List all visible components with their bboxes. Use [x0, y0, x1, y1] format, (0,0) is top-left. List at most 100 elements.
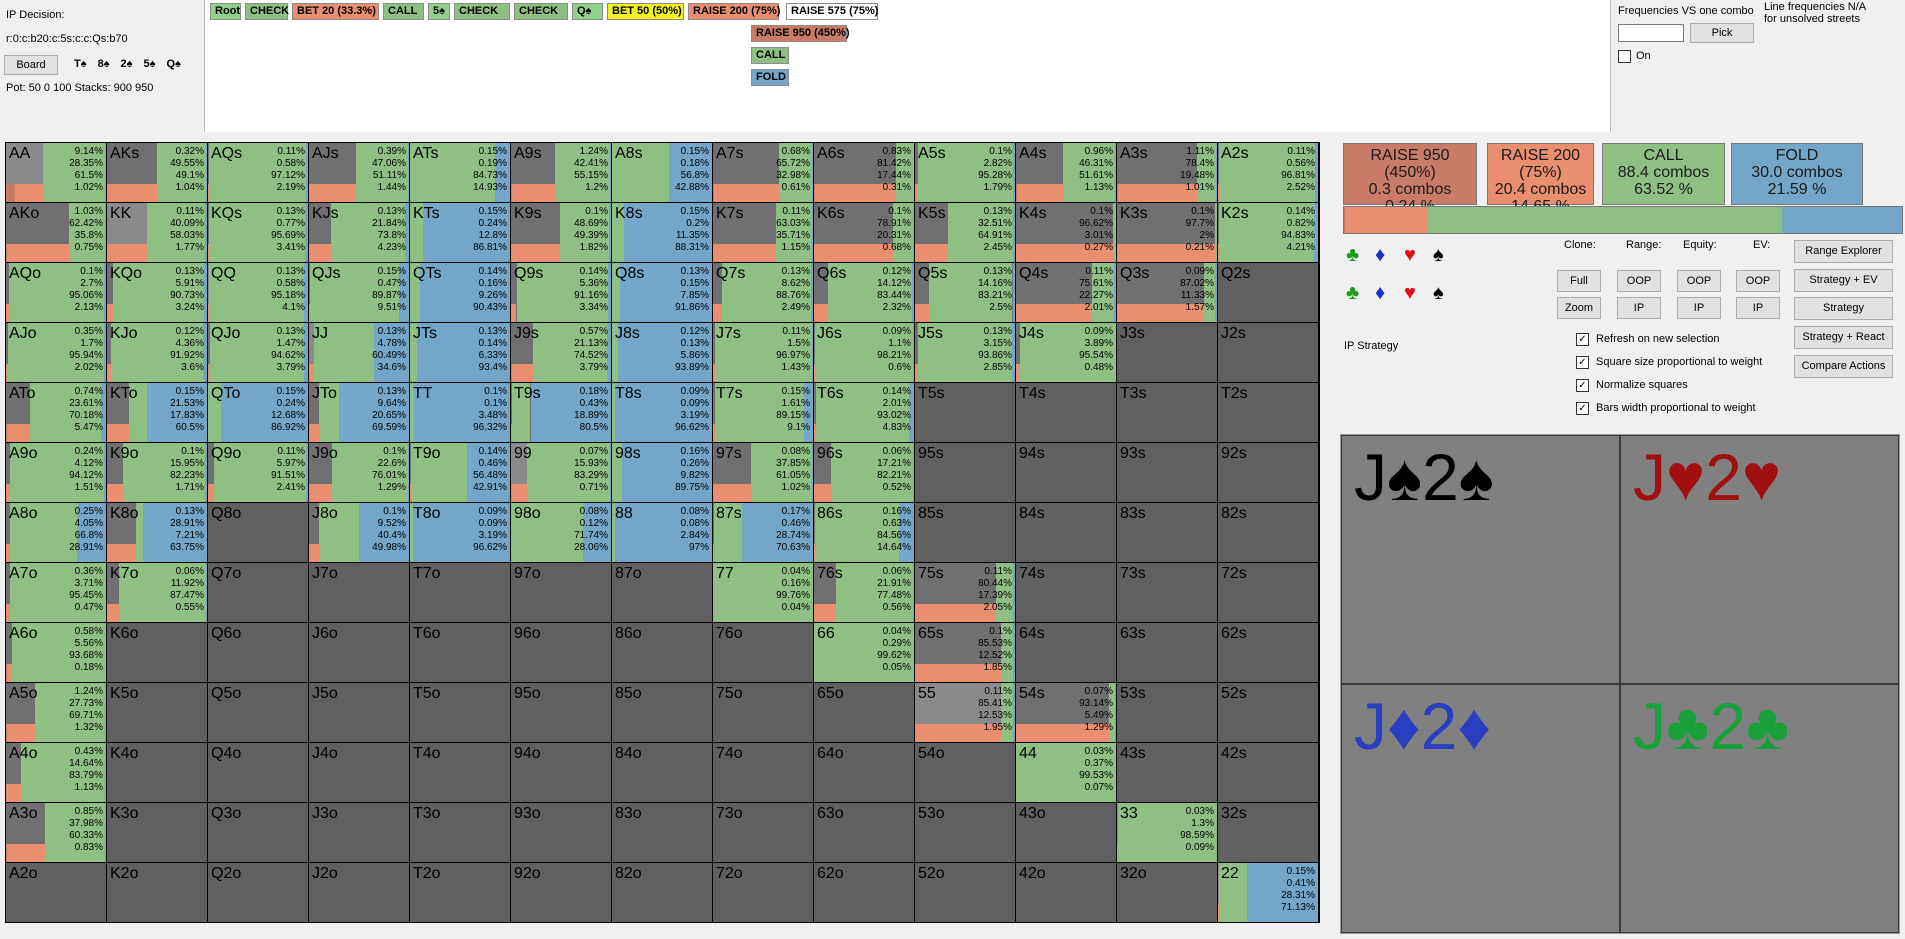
hand-cell[interactable]: J3o [309, 803, 409, 862]
hand-cell[interactable]: ATs 0.15% 0.19% 84.73% 14.93% [410, 143, 510, 202]
hand-cell[interactable]: 64o [814, 743, 914, 802]
hand-cell[interactable]: A6o 0.58% 5.56% 93.68% 0.18% [6, 623, 106, 682]
action-summary-box[interactable]: FOLD 30.0 combos 21.59 % [1731, 143, 1863, 205]
hand-cell[interactable]: T4s [1016, 383, 1116, 442]
hand-cell[interactable]: 53o [915, 803, 1015, 862]
hand-cell[interactable]: 96o [511, 623, 611, 682]
hand-cell[interactable]: KK 0.11% 40.09% 58.03% 1.77% [107, 203, 207, 262]
square-size-checkbox[interactable]: ✓ [1576, 356, 1589, 369]
hand-cell[interactable]: 72o [713, 863, 813, 922]
compare-actions-button[interactable]: Compare Actions [1794, 355, 1893, 378]
hand-cell[interactable]: J4o [309, 743, 409, 802]
hand-cell[interactable]: T5o [410, 683, 510, 742]
hand-cell[interactable]: 76s 0.06% 21.91% 77.48% 0.56% [814, 563, 914, 622]
equity-ip-button[interactable]: IP [1677, 297, 1721, 319]
hand-cell[interactable]: K5o [107, 683, 207, 742]
ev-ip-button[interactable]: IP [1736, 297, 1780, 319]
hand-cell[interactable]: Q8s 0.13% 0.15% 7.85% 91.86% [612, 263, 712, 322]
hand-cell[interactable]: 97s 0.08% 37.85% 61.05% 1.02% [713, 443, 813, 502]
hand-cell[interactable]: T7o [410, 563, 510, 622]
hand-cell[interactable]: 88 0.08% 0.08% 2.84% 97% [612, 503, 712, 562]
hand-cell[interactable]: T6o [410, 623, 510, 682]
hand-cell[interactable]: 94s [1016, 443, 1116, 502]
hand-cell[interactable]: A8s 0.15% 0.18% 56.8% 42.88% [612, 143, 712, 202]
hand-cell[interactable]: K9s 0.1% 48.69% 49.39% 1.82% [511, 203, 611, 262]
combo-card[interactable]: J♦2♦ [1341, 684, 1620, 933]
hand-cell[interactable]: K7o 0.06% 11.92% 87.47% 0.55% [107, 563, 207, 622]
hand-cell[interactable]: 74o [713, 743, 813, 802]
hand-cell[interactable]: T9o 0.14% 0.46% 56.48% 42.91% [410, 443, 510, 502]
hand-cell[interactable]: AQs 0.11% 0.58% 97.12% 2.19% [208, 143, 308, 202]
hand-cell[interactable]: Q9s 0.14% 5.36% 91.16% 3.34% [511, 263, 611, 322]
board-button[interactable]: Board [4, 55, 58, 75]
tree-node[interactable]: 5♠ [428, 3, 450, 20]
hand-cell[interactable]: J7s 0.11% 1.5% 96.97% 1.43% [713, 323, 813, 382]
hand-cell[interactable]: J3s [1117, 323, 1217, 382]
hand-cell[interactable]: 98o 0.08% 0.12% 71.74% 28.06% [511, 503, 611, 562]
hand-cell[interactable]: A8o 0.25% 4.05% 66.8% 28.91% [6, 503, 106, 562]
hand-cell[interactable]: 95o [511, 683, 611, 742]
hand-cell[interactable]: QJo 0.13% 1.47% 94.62% 3.79% [208, 323, 308, 382]
combo-card[interactable]: J♠2♠ [1341, 435, 1620, 684]
combo-card[interactable]: J♥2♥ [1620, 435, 1899, 684]
hand-cell[interactable]: QQ 0.13% 0.58% 95.18% 4.1% [208, 263, 308, 322]
strategy-react-button[interactable]: Strategy + React [1794, 326, 1893, 349]
hand-cell[interactable]: T5s [915, 383, 1015, 442]
hand-cell[interactable]: 86s 0.16% 0.63% 84.56% 14.64% [814, 503, 914, 562]
hand-cell[interactable]: 55 0.11% 85.41% 12.53% 1.95% [915, 683, 1015, 742]
hand-cell[interactable]: TT 0.1% 0.1% 3.48% 96.32% [410, 383, 510, 442]
suit-filter-icon[interactable]: ♠ [1433, 282, 1444, 305]
hand-cell[interactable]: 83o [612, 803, 712, 862]
hand-cell[interactable]: QTo 0.15% 0.24% 12.68% 86.92% [208, 383, 308, 442]
suit-filter-icon[interactable]: ♦ [1375, 244, 1385, 267]
hand-cell[interactable]: T8s 0.09% 0.09% 3.19% 96.62% [612, 383, 712, 442]
hand-cell[interactable]: J5s 0.13% 3.15% 93.86% 2.85% [915, 323, 1015, 382]
tree-node[interactable]: RAISE 575 (75%) [786, 3, 878, 20]
hand-cell[interactable]: Q5o [208, 683, 308, 742]
hand-cell[interactable]: J2o [309, 863, 409, 922]
hand-cell[interactable]: 75o [713, 683, 813, 742]
hand-cell[interactable]: A6s 0.83% 81.42% 17.44% 0.31% [814, 143, 914, 202]
hand-cell[interactable]: T7s 0.15% 1.61% 89.15% 9.1% [713, 383, 813, 442]
hand-cell[interactable]: 53s [1117, 683, 1217, 742]
hand-cell[interactable]: Q2s [1218, 263, 1318, 322]
hand-cell[interactable]: AKo 1.03% 62.42% 35.8% 0.75% [6, 203, 106, 262]
hand-cell[interactable]: 74s [1016, 563, 1116, 622]
hand-cell[interactable]: KTo 0.15% 21.53% 17.83% 60.5% [107, 383, 207, 442]
ev-oop-button[interactable]: OOP [1736, 270, 1780, 292]
hand-cell[interactable]: Q3s 0.09% 87.02% 11.33% 1.57% [1117, 263, 1217, 322]
hand-cell[interactable]: J6o [309, 623, 409, 682]
suit-filter-icon[interactable]: ♥ [1404, 282, 1416, 305]
hand-cell[interactable]: 82s [1218, 503, 1318, 562]
hand-cell[interactable]: T8o 0.09% 0.09% 3.19% 96.62% [410, 503, 510, 562]
hand-cell[interactable]: 77 0.04% 0.16% 99.76% 0.04% [713, 563, 813, 622]
hand-cell[interactable]: A3o 0.85% 37.98% 60.33% 0.83% [6, 803, 106, 862]
hand-cell[interactable]: 62s [1218, 623, 1318, 682]
hand-cell[interactable]: J9o 0.1% 22.6% 76.01% 1.29% [309, 443, 409, 502]
hand-cell[interactable]: 82o [612, 863, 712, 922]
hand-cell[interactable]: J9s 0.57% 21.13% 74.52% 3.79% [511, 323, 611, 382]
action-summary-box[interactable]: RAISE 950 (450%)0.3 combos0.24 % [1343, 143, 1477, 215]
hand-cell[interactable]: 63s [1117, 623, 1217, 682]
hand-cell[interactable]: 87o [612, 563, 712, 622]
tree-node[interactable]: RAISE 200 (75%) [688, 3, 780, 20]
hand-cell[interactable]: Q7s 0.13% 8.62% 88.76% 2.49% [713, 263, 813, 322]
hand-cell[interactable]: 33 0.03% 1.3% 98.59% 0.09% [1117, 803, 1217, 862]
hand-cell[interactable]: 32s [1218, 803, 1318, 862]
tree-subnode[interactable]: FOLD [751, 69, 789, 86]
suit-filter-icon[interactable]: ♣ [1346, 244, 1359, 267]
hand-cell[interactable]: 94o [511, 743, 611, 802]
action-summary-box[interactable]: RAISE 200 (75%)20.4 combos14.65 % [1487, 143, 1594, 215]
tree-node[interactable]: BET 20 (33.3%) [292, 3, 379, 20]
hand-cell[interactable]: 75s 0.11% 80.44% 17.39% 2.05% [915, 563, 1015, 622]
hand-cell[interactable]: 42s [1218, 743, 1318, 802]
hand-cell[interactable]: J8o 0.1% 9.52% 40.4% 49.98% [309, 503, 409, 562]
hand-cell[interactable]: 73o [713, 803, 813, 862]
tree-node[interactable]: CHECK [514, 3, 568, 20]
hand-cell[interactable]: J8s 0.12% 0.13% 5.86% 93.89% [612, 323, 712, 382]
hand-cell[interactable]: 62o [814, 863, 914, 922]
hand-cell[interactable]: 76o [713, 623, 813, 682]
tree-node[interactable]: CHECK [245, 3, 289, 20]
hand-cell[interactable]: K5s 0.13% 32.51% 64.91% 2.45% [915, 203, 1015, 262]
hand-cell[interactable]: A7s 0.68% 65.72% 32.98% 0.61% [713, 143, 813, 202]
